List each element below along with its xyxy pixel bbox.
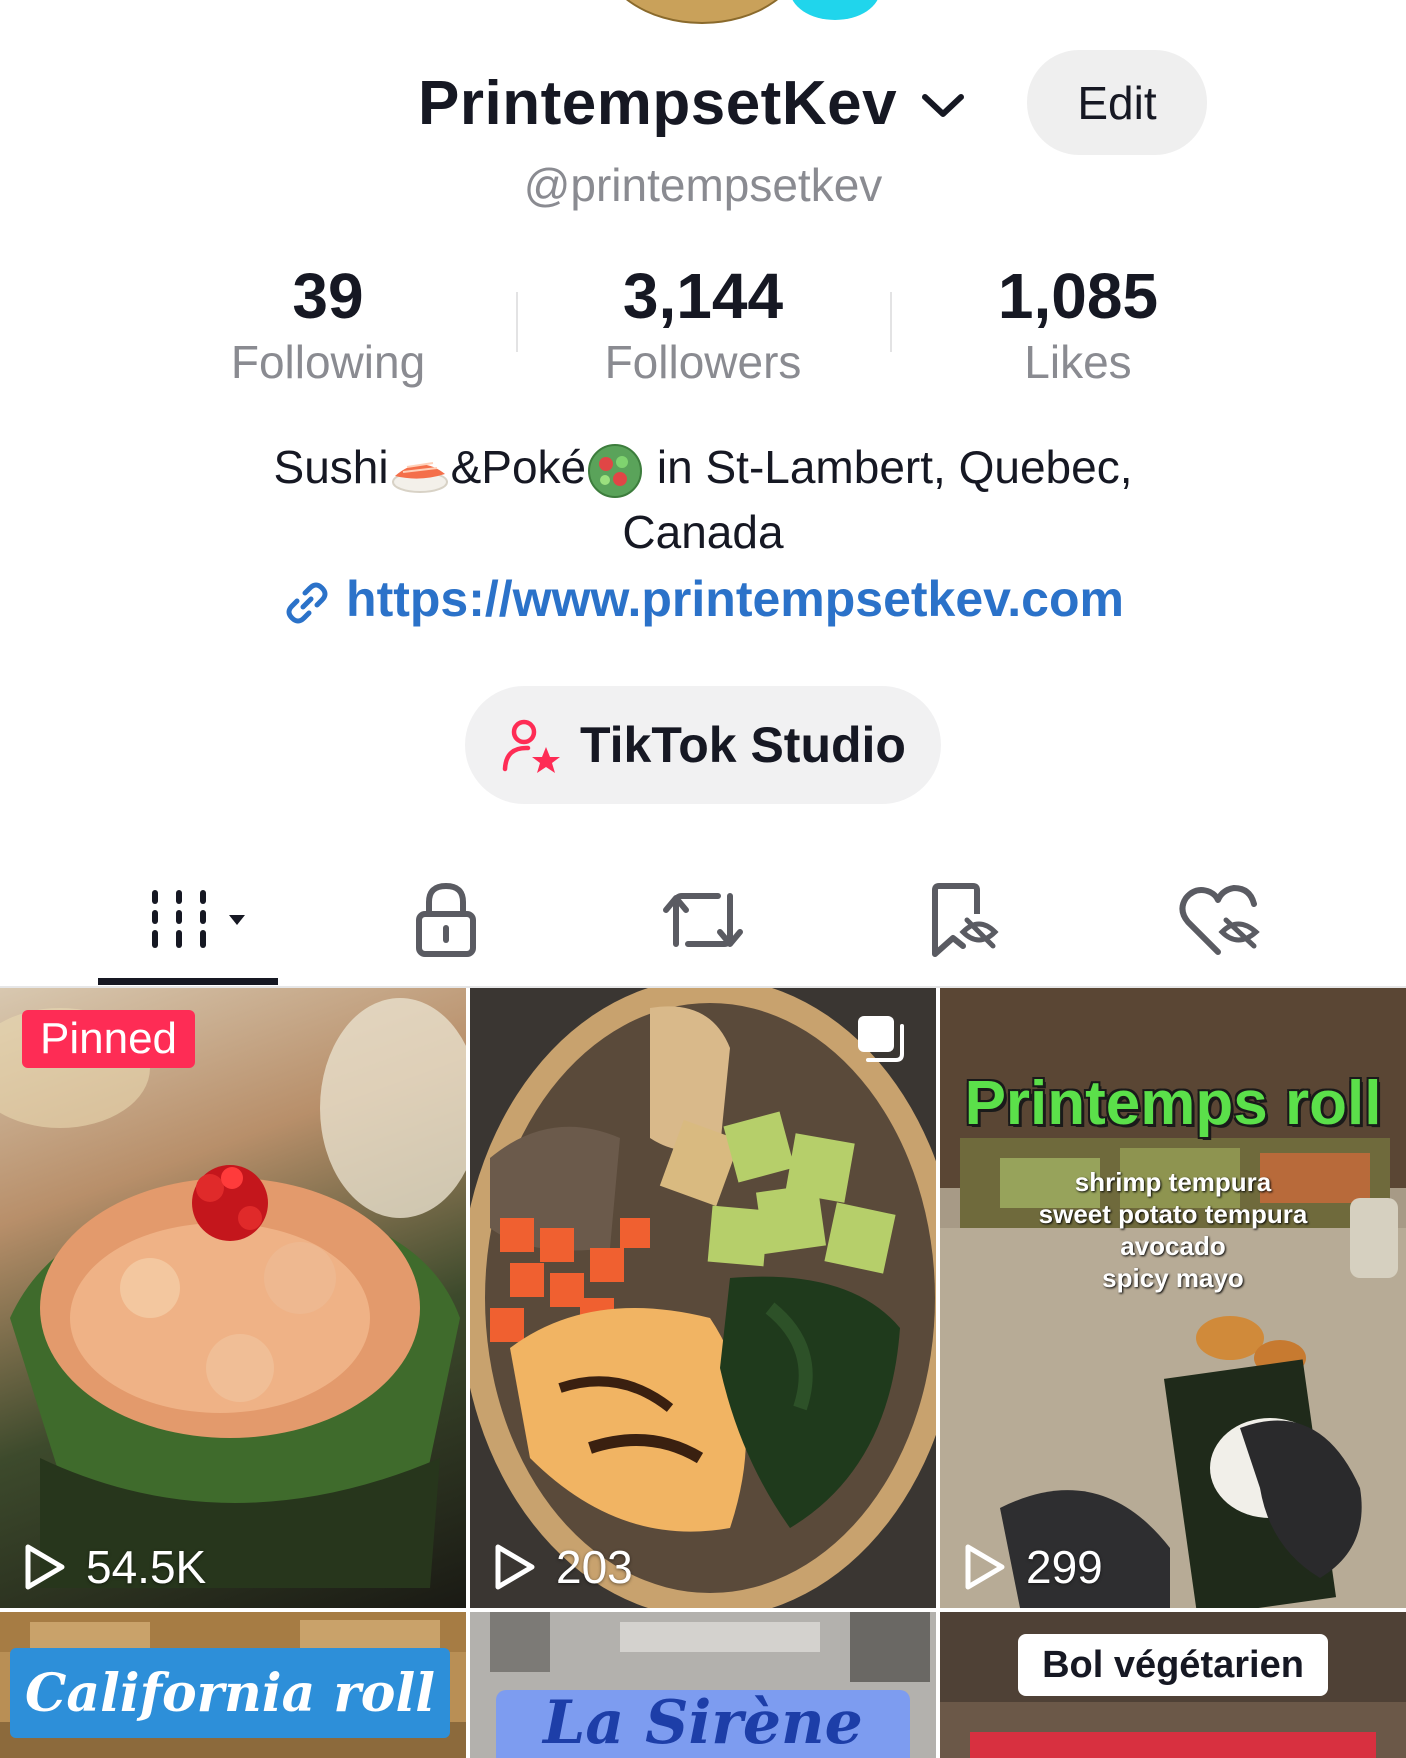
tab-private[interactable] [376, 870, 516, 970]
multi-photo-icon [858, 1016, 904, 1062]
stat-following[interactable]: 39 Following [168, 258, 488, 390]
favorites-hidden-icon [932, 883, 999, 957]
link-icon [286, 582, 328, 624]
video-overlay-title: Printemps roll [964, 1069, 1382, 1138]
stat-value: 39 [292, 260, 364, 332]
profile-handle: @printempsetkev [523, 159, 883, 211]
video-thumbnail[interactable]: Bol végétarien [940, 1612, 1406, 1758]
edit-button[interactable]: Edit [1027, 50, 1207, 155]
add-avatar-icon[interactable] [790, 0, 880, 20]
video-overlay-line: avocado [1120, 1231, 1226, 1261]
video-overlay-title: Bol végétarien [1018, 1634, 1328, 1696]
sushi-cup-image [0, 998, 466, 1588]
tab-reposts[interactable] [633, 870, 773, 970]
stat-value: 1,085 [997, 260, 1159, 332]
bio-text: &Poké [450, 441, 587, 493]
display-name[interactable]: PrintempsetKev [418, 68, 897, 139]
link-url[interactable]: https://www.printempsetkev.com [346, 571, 1124, 627]
tab-videos[interactable] [120, 870, 260, 970]
profile-stats: 39 Following 3,144 Followers 1,085 Likes [0, 258, 1406, 398]
stat-followers[interactable]: 3,144 Followers [543, 258, 863, 390]
liked-hidden-icon [1179, 885, 1260, 955]
profile-bio: Sushi &Poké in St-Lambert, Quebec, Canad… [200, 435, 1206, 564]
bio-text: Canada [622, 505, 784, 558]
bio-text: Sushi [273, 441, 389, 493]
salad-emoji-icon [588, 443, 643, 498]
video-overlay-line: spicy mayo [1102, 1263, 1244, 1293]
creator-star-icon [502, 719, 561, 773]
view-count: 299 [962, 1540, 1103, 1594]
view-count: 203 [492, 1540, 633, 1594]
play-icon [965, 1544, 1005, 1590]
bio-text: in St-Lambert, Quebec, [644, 441, 1133, 493]
divider [890, 292, 892, 352]
video-thumbnail[interactable]: Pinned 54.5K [0, 988, 466, 1608]
stat-label: Following [230, 336, 426, 388]
video-overlay-title: California roll [10, 1648, 450, 1738]
video-thumbnail[interactable]: Printemps roll shrimp tempura sweet pota… [940, 988, 1406, 1608]
view-count: 54.5K [22, 1540, 206, 1594]
active-tab-indicator [98, 978, 278, 985]
profile-link[interactable]: https://www.printempsetkev.com [0, 570, 1406, 628]
view-count-label: 54.5K [86, 1541, 207, 1593]
pinned-badge: Pinned [22, 1010, 196, 1068]
video-thumbnail[interactable]: La Sirène [470, 1612, 936, 1758]
video-overlay-line: sweet potato tempura [1038, 1199, 1308, 1229]
content-tabs [0, 860, 1406, 988]
play-icon [25, 1544, 65, 1590]
stat-likes[interactable]: 1,085 Likes [918, 258, 1238, 390]
stat-label: Followers [604, 336, 802, 388]
video-thumbnail[interactable]: California roll [0, 1612, 466, 1758]
stat-value: 3,144 [622, 260, 784, 332]
tab-liked[interactable] [1150, 870, 1290, 970]
chevron-down-icon[interactable] [920, 90, 966, 120]
divider [516, 292, 518, 352]
videos-grid-icon [152, 890, 245, 948]
tiktok-studio-label: TikTok Studio [580, 717, 906, 773]
video-overlay-title: La Sirène [496, 1690, 910, 1758]
view-count-label: 299 [1026, 1541, 1103, 1593]
video-thumbnail[interactable]: 203 [470, 988, 936, 1608]
tab-favorites[interactable] [893, 870, 1033, 970]
repost-icon [663, 893, 743, 947]
video-grid: Pinned 54.5K 203 Printemps roll shrimp t… [0, 988, 1406, 1758]
tiktok-studio-button[interactable]: TikTok Studio [465, 686, 941, 804]
play-icon [495, 1544, 535, 1590]
lock-icon [416, 882, 476, 957]
avatar[interactable] [600, 0, 804, 24]
sushi-emoji-icon [391, 461, 448, 493]
profile-header: PrintempsetKev Edit [0, 50, 1406, 155]
video-overlay-line: shrimp tempura [1074, 1167, 1272, 1197]
view-count-label: 203 [556, 1541, 633, 1593]
poke-bowl-image [470, 988, 936, 1608]
stat-label: Likes [1024, 336, 1132, 388]
